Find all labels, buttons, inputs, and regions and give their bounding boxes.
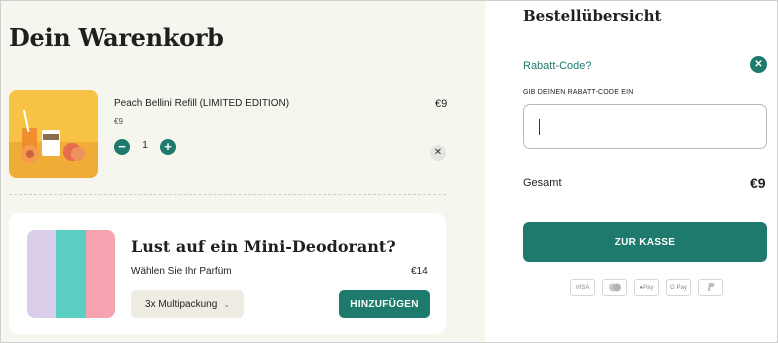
plus-icon: + bbox=[164, 139, 172, 154]
quantity-decrease-button[interactable]: − bbox=[114, 139, 130, 155]
checkout-button[interactable]: ZUR KASSE bbox=[523, 222, 767, 262]
minus-icon: − bbox=[118, 139, 126, 154]
divider bbox=[9, 194, 446, 195]
add-to-cart-button[interactable]: HINZUFÜGEN bbox=[339, 290, 430, 318]
payment-methods: VISA ●Pay G Pay bbox=[570, 279, 723, 296]
close-icon: ✕ bbox=[754, 59, 763, 70]
upsell-card: Lust auf ein Mini-Deodorant? Wählen Sie … bbox=[9, 213, 446, 334]
discount-code-link[interactable]: Rabatt-Code? bbox=[523, 60, 592, 72]
discount-close-button[interactable]: ✕ bbox=[750, 56, 767, 73]
cart-title: Dein Warenkorb bbox=[9, 23, 224, 52]
variant-select[interactable]: 3x Multipackung ⌄ bbox=[131, 290, 244, 318]
product-image[interactable] bbox=[9, 90, 98, 178]
order-summary-panel: Bestellübersicht Rabatt-Code? ✕ GIB DEIN… bbox=[486, 1, 777, 342]
upsell-product-image[interactable] bbox=[27, 230, 115, 318]
text-cursor bbox=[539, 119, 540, 135]
total-label: Gesamt bbox=[523, 177, 562, 189]
upsell-title: Lust auf ein Mini-Deodorant? bbox=[131, 237, 396, 256]
discount-field-label: GIB DEINEN RABATT-CODE EIN bbox=[523, 89, 634, 96]
product-name[interactable]: Peach Bellini Refill (LIMITED EDITION) bbox=[114, 98, 289, 109]
upsell-subtitle: Wählen Sie Ihr Parfüm bbox=[131, 266, 232, 277]
cart-panel: Dein Warenkorb Peach Bellini Refill (LIM… bbox=[1, 1, 485, 342]
upsell-price: €14 bbox=[411, 266, 428, 277]
mastercard-icon bbox=[602, 279, 627, 296]
close-icon: ✕ bbox=[433, 147, 443, 158]
quantity-value: 1 bbox=[142, 140, 148, 151]
chevron-down-icon: ⌄ bbox=[223, 299, 230, 309]
quantity-increase-button[interactable]: + bbox=[160, 139, 176, 155]
paypal-icon bbox=[698, 279, 723, 296]
variant-selected-label: 3x Multipackung bbox=[145, 298, 218, 310]
product-total-price: €9 bbox=[435, 98, 448, 110]
apple-pay-icon: ●Pay bbox=[634, 279, 659, 296]
remove-item-button[interactable]: ✕ bbox=[430, 145, 446, 161]
google-pay-icon: G Pay bbox=[666, 279, 691, 296]
discount-code-input[interactable] bbox=[523, 104, 767, 149]
visa-icon: VISA bbox=[570, 279, 595, 296]
summary-title: Bestellübersicht bbox=[523, 7, 662, 25]
total-value: €9 bbox=[750, 175, 766, 191]
product-unit-price: €9 bbox=[114, 117, 123, 126]
